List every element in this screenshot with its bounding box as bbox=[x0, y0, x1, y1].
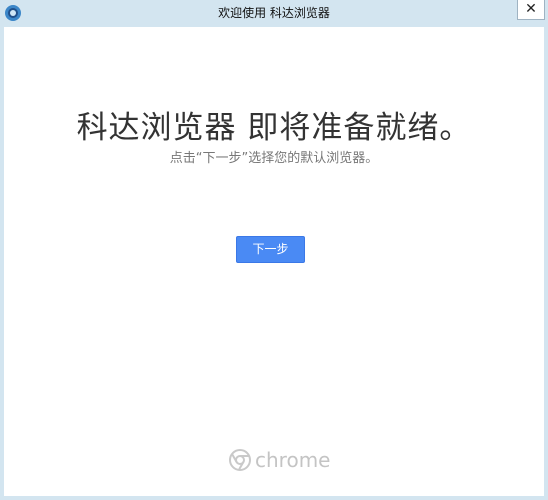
window-title: 欢迎使用 科达浏览器 bbox=[218, 6, 330, 20]
chrome-branding: chrome bbox=[229, 445, 330, 475]
browser-welcome-window: 欢迎使用 科达浏览器 ✕ 科达浏览器 即将准备就绪。 点击“下一步”选择您的默认… bbox=[0, 0, 548, 500]
page-title: 科达浏览器 即将准备就绪。 bbox=[76, 110, 472, 146]
instruction-text: 点击“下一步”选择您的默认浏览器。 bbox=[169, 151, 379, 166]
welcome-content: 科达浏览器 即将准备就绪。 点击“下一步”选择您的默认浏览器。 下一步 chro… bbox=[4, 27, 544, 496]
chrome-logo-icon bbox=[229, 449, 251, 471]
next-button[interactable]: 下一步 bbox=[236, 236, 305, 263]
close-button[interactable]: ✕ bbox=[517, 0, 545, 20]
title-bar[interactable]: 欢迎使用 科达浏览器 ✕ bbox=[0, 0, 548, 27]
chrome-wordmark: chrome bbox=[255, 448, 331, 472]
